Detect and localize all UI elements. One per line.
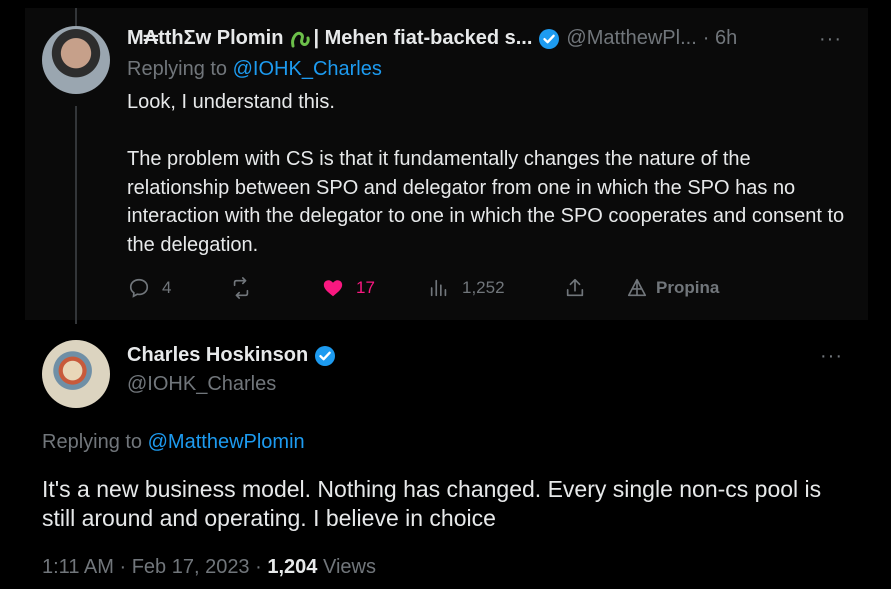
timestamp[interactable]: · 6h: [703, 27, 737, 50]
replying-to: Replying to @IOHK_Charles: [127, 58, 382, 81]
replying-to: Replying to @MatthewPlomin: [42, 431, 305, 454]
tweet-meta: 1:11 AM · Feb 17, 2023 · 1,204 Views: [42, 556, 376, 578]
author-name-suffix[interactable]: | Mehen fiat-backed s...: [313, 27, 532, 50]
tip-icon: [627, 278, 647, 297]
replying-handle-link[interactable]: @MatthewPlomin: [148, 431, 305, 453]
author-handle[interactable]: @MatthewPl...: [566, 27, 696, 50]
tweet-text: It's a new business model. Nothing has c…: [42, 476, 828, 531]
more-options-icon[interactable]: ···: [819, 28, 842, 51]
tweet-header: M₳tthΣw Plomin | Mehen fiat-backed s... …: [127, 27, 737, 50]
tweet-time[interactable]: 1:11 AM: [42, 556, 114, 578]
author-handle[interactable]: @IOHK_Charles: [127, 373, 276, 396]
replying-handle-link[interactable]: @IOHK_Charles: [233, 58, 382, 80]
views-count: 1,204: [267, 556, 318, 578]
tip-label: Propina: [656, 278, 720, 297]
author-name[interactable]: M₳tthΣw Plomin: [127, 27, 283, 50]
thread-connector: [75, 106, 77, 324]
views-button[interactable]: 1,252: [428, 277, 505, 299]
avatar[interactable]: [42, 26, 110, 94]
verified-badge-icon: [538, 28, 560, 50]
retweet-icon: [233, 277, 249, 299]
share-icon: [566, 278, 584, 297]
reply-button[interactable]: 4: [128, 277, 171, 299]
analytics-icon: [430, 279, 447, 297]
tweet-parent[interactable]: M₳tthΣw Plomin | Mehen fiat-backed s... …: [25, 8, 868, 324]
replying-label: Replying to: [127, 58, 233, 80]
tweet-header: Charles Hoskinson: [127, 344, 342, 367]
retweet-button[interactable]: [230, 277, 264, 299]
reply-count: 4: [162, 278, 172, 297]
views-count: 1,252: [462, 278, 505, 297]
avatar[interactable]: [42, 340, 110, 408]
tip-button[interactable]: Propina: [626, 277, 719, 299]
like-count: 17: [356, 278, 375, 297]
snake-icon: [289, 28, 311, 50]
more-options-icon[interactable]: ···: [820, 345, 843, 368]
author-name[interactable]: Charles Hoskinson: [127, 344, 308, 367]
verified-badge-icon: [314, 345, 336, 367]
replying-label: Replying to: [42, 431, 148, 453]
tweet-date[interactable]: Feb 17, 2023: [132, 556, 250, 578]
like-button[interactable]: 17: [322, 277, 375, 299]
heart-icon: [323, 280, 343, 297]
tweet-text: Look, I understand this. The problem wit…: [127, 91, 845, 256]
tweet-actions: 4 17 1,252 Propina: [128, 277, 828, 305]
views-label: Views: [322, 556, 376, 578]
reply-icon: [129, 278, 149, 298]
share-button[interactable]: [564, 277, 598, 299]
